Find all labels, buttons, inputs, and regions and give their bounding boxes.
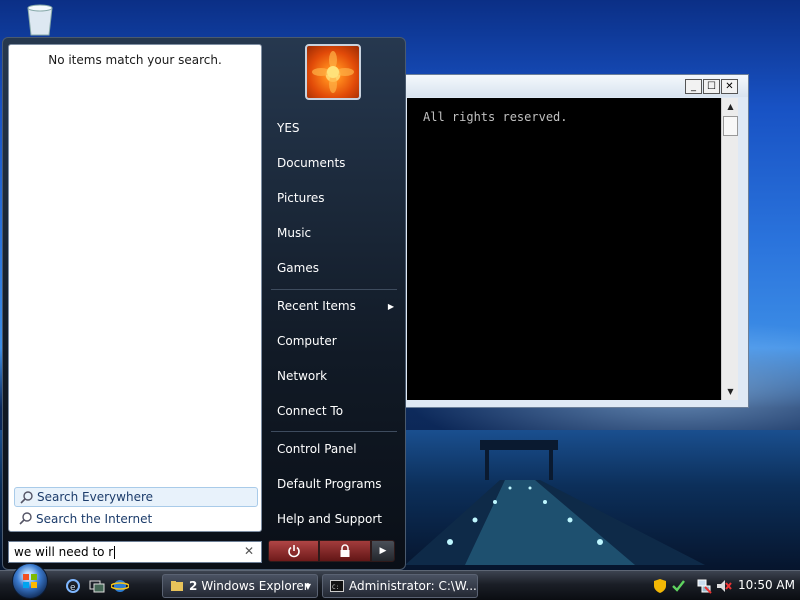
- window-count: 2: [189, 579, 198, 593]
- security-shield-icon[interactable]: [652, 578, 668, 594]
- console-text: All rights reserved.: [423, 110, 568, 124]
- menu-item-label: Games: [277, 261, 319, 275]
- folder-icon: [171, 581, 183, 591]
- start-search-input[interactable]: we will need to r ✕: [8, 541, 262, 563]
- system-tray: 10:50 AM: [646, 571, 800, 600]
- scroll-down-arrow-icon[interactable]: ▼: [722, 383, 739, 400]
- search-results-pane: No items match your search. Search Every…: [8, 44, 262, 532]
- taskbar-button-label: Windows Explorer: [201, 579, 309, 593]
- menu-item-pictures[interactable]: Pictures: [268, 183, 398, 213]
- clear-search-icon[interactable]: ✕: [244, 544, 254, 558]
- arrow-icon: ▶: [379, 546, 387, 556]
- menu-item-connect-to[interactable]: Connect To: [268, 396, 398, 426]
- submenu-arrow-icon: ▶: [387, 301, 394, 311]
- menu-item-control-panel[interactable]: Control Panel: [268, 434, 398, 464]
- volume-muted-icon[interactable]: [716, 578, 732, 594]
- menu-item-label: Computer: [277, 334, 337, 348]
- flower-icon: [312, 51, 354, 93]
- menu-item-network[interactable]: Network: [268, 361, 398, 391]
- pier-image: [405, 440, 705, 565]
- menu-item-documents[interactable]: Documents: [268, 148, 398, 178]
- search-everywhere-option[interactable]: Search Everywhere: [14, 487, 258, 507]
- menu-item-label: Music: [277, 226, 312, 240]
- chevron-down-icon: ▼: [304, 581, 311, 591]
- menu-item-label: Documents: [277, 156, 346, 170]
- lock-icon: [340, 544, 350, 557]
- menu-item-label: Help and Support: [277, 512, 382, 526]
- menu-item-label: Network: [277, 369, 328, 383]
- start-button[interactable]: [12, 563, 48, 599]
- search-internet-label: Search the Internet: [36, 512, 153, 526]
- menu-item-recent-items[interactable]: Recent Items ▶: [268, 291, 398, 321]
- menu-item-default-programs[interactable]: Default Programs: [268, 469, 398, 499]
- user-picture[interactable]: [305, 44, 361, 100]
- svg-text:e: e: [70, 583, 76, 593]
- taskbar-button-label: Administrator: C:\W...: [349, 579, 477, 593]
- taskbar-button-command-prompt[interactable]: C: Administrator: C:\W...: [322, 574, 478, 598]
- console-output[interactable]: All rights reserved.: [407, 98, 721, 400]
- power-button[interactable]: [268, 540, 319, 562]
- menu-item-games[interactable]: Games: [268, 253, 398, 283]
- start-menu: No items match your search. Search Every…: [2, 37, 406, 570]
- menu-item-computer[interactable]: Computer: [268, 326, 398, 356]
- scroll-up-arrow-icon[interactable]: ▲: [722, 98, 739, 115]
- menu-item-help-and-support[interactable]: Help and Support: [268, 504, 398, 534]
- menu-item-user[interactable]: YES: [268, 113, 398, 143]
- close-button[interactable]: ✕: [721, 79, 738, 94]
- menu-item-label: Connect To: [277, 404, 344, 418]
- menu-item-label: Recent Items: [277, 299, 356, 313]
- internet-explorer-icon[interactable]: [111, 577, 129, 595]
- command-prompt-icon: C:: [330, 580, 344, 592]
- search-icon: [19, 512, 32, 525]
- shutdown-options-button[interactable]: ▶: [371, 540, 395, 562]
- search-everywhere-label: Search Everywhere: [37, 490, 153, 504]
- power-controls: ▶: [268, 540, 395, 562]
- menu-separator: [271, 431, 397, 432]
- lock-button[interactable]: [319, 540, 371, 562]
- taskbar-button-windows-explorer[interactable]: 2 Windows Explorer ▼: [162, 574, 318, 598]
- console-scrollbar[interactable]: ▲ ▼: [721, 98, 738, 400]
- menu-item-label: Pictures: [277, 191, 325, 205]
- no-results-message: No items match your search.: [48, 53, 222, 67]
- taskbar: e 2 Windows Explorer ▼ C: Administrator:…: [0, 563, 800, 600]
- switch-windows-icon[interactable]: [88, 577, 106, 595]
- recycle-bin-icon[interactable]: [20, 2, 60, 36]
- console-window[interactable]: _ ☐ ✕ All rights reserved. ▲ ▼: [402, 74, 749, 408]
- windows-logo-icon: [23, 574, 37, 588]
- minimize-button[interactable]: _: [685, 79, 702, 94]
- update-check-icon[interactable]: [670, 578, 686, 594]
- text-caret: [114, 545, 116, 559]
- menu-separator: [271, 289, 397, 290]
- clock[interactable]: 10:50 AM: [738, 578, 795, 592]
- power-icon: [287, 545, 300, 558]
- search-icon: [20, 491, 33, 504]
- network-icon[interactable]: [696, 578, 712, 594]
- search-internet-option[interactable]: Search the Internet: [14, 509, 258, 529]
- search-input-text: we will need to r: [14, 545, 114, 559]
- window-controls: _ ☐ ✕: [685, 79, 738, 94]
- maximize-button[interactable]: ☐: [703, 79, 720, 94]
- menu-item-label: Control Panel: [277, 442, 357, 456]
- menu-item-label: Default Programs: [277, 477, 382, 491]
- menu-item-label: YES: [277, 121, 300, 135]
- console-titlebar[interactable]: _ ☐ ✕: [403, 75, 748, 97]
- ie-quicklaunch-icon[interactable]: e: [64, 577, 82, 595]
- svg-text:C:: C:: [332, 584, 339, 591]
- scroll-thumb[interactable]: [723, 116, 738, 136]
- menu-item-music[interactable]: Music: [268, 218, 398, 248]
